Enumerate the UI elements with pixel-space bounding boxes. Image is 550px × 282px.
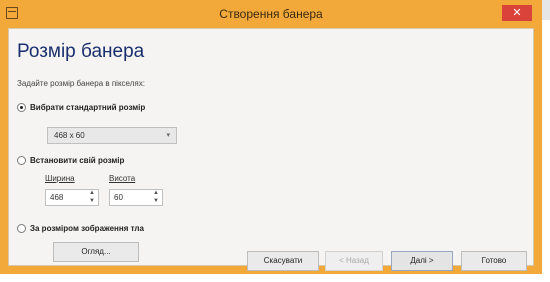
dropdown-value: 468 x 60 bbox=[54, 131, 85, 140]
window-title: Створення банера bbox=[219, 7, 323, 21]
radio-label: Вибрати стандартний розмір bbox=[30, 103, 146, 112]
radio-label: Встановити свій розмір bbox=[30, 156, 125, 165]
background-window-edge bbox=[542, 0, 550, 20]
close-button[interactable]: ✕ bbox=[502, 5, 532, 21]
radio-custom-size[interactable]: Встановити свій розмір bbox=[17, 156, 125, 166]
chevron-down-icon: ▾ bbox=[166, 132, 170, 139]
dialog-content: Розмір банера Задайте розмір банера в пі… bbox=[8, 28, 534, 271]
browse-button[interactable]: Огляд... bbox=[53, 242, 139, 262]
radio-button[interactable] bbox=[17, 103, 26, 113]
finish-button[interactable]: Готово bbox=[461, 251, 527, 271]
radio-standard-size[interactable]: Вибрати стандартний розмір bbox=[17, 103, 146, 113]
height-stepper[interactable]: 60 ▲ ▼ bbox=[109, 189, 163, 206]
page-title: Розмір банера bbox=[17, 41, 145, 62]
spinner-arrows-icon[interactable]: ▲ ▼ bbox=[89, 189, 95, 205]
radio-background-size[interactable]: За розміром зображення тла bbox=[17, 224, 144, 234]
width-value: 468 bbox=[50, 193, 64, 202]
title-bar: Створення банера ✕ bbox=[0, 0, 542, 28]
height-label: Висота bbox=[109, 174, 136, 183]
dialog-window: Створення банера ✕ Розмір банера Задайте… bbox=[0, 0, 542, 274]
height-value: 60 bbox=[114, 193, 123, 202]
width-stepper[interactable]: 468 ▲ ▼ bbox=[45, 189, 99, 206]
radio-button[interactable] bbox=[17, 156, 26, 166]
standard-size-dropdown[interactable]: 468 x 60 ▾ bbox=[47, 127, 177, 144]
spinner-arrows-icon[interactable]: ▲ ▼ bbox=[153, 189, 159, 205]
close-icon: ✕ bbox=[512, 7, 522, 19]
width-label: Ширина bbox=[45, 174, 75, 183]
radio-label: За розміром зображення тла bbox=[30, 224, 144, 233]
instruction-text: Задайте розмір банера в пікселях: bbox=[17, 79, 145, 88]
next-button[interactable]: Далі > bbox=[391, 251, 453, 271]
radio-button[interactable] bbox=[17, 224, 26, 234]
back-button[interactable]: < Назад bbox=[325, 251, 383, 271]
cancel-button[interactable]: Скасувати bbox=[247, 251, 319, 271]
